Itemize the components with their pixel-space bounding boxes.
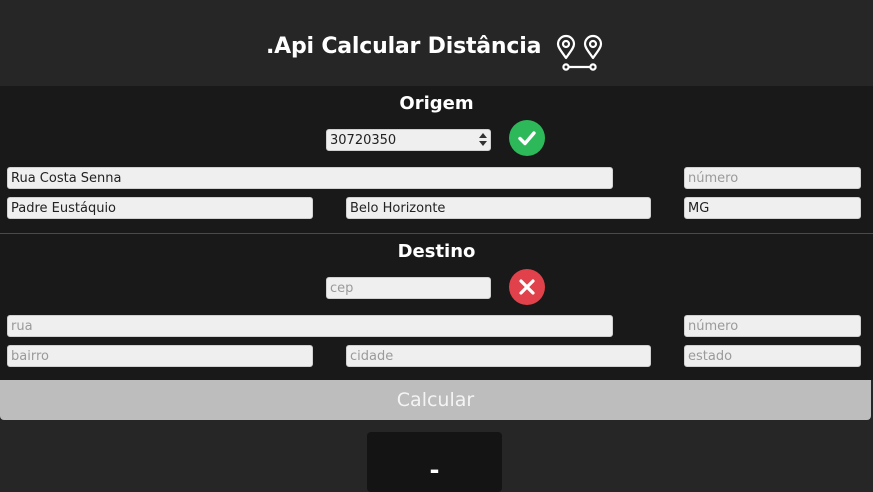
result-box: - bbox=[367, 432, 502, 492]
calcular-button-label: Calcular bbox=[396, 389, 475, 411]
destino-bairro-field[interactable] bbox=[7, 345, 313, 367]
origem-valid-icon bbox=[509, 120, 545, 156]
app-header: .Api Calcular Distância bbox=[0, 0, 873, 86]
close-icon bbox=[519, 279, 535, 295]
destino-invalid-icon bbox=[509, 269, 545, 305]
calcular-button[interactable]: Calcular bbox=[0, 380, 871, 420]
destino-rua-field[interactable] bbox=[7, 315, 613, 337]
origem-section: Origem bbox=[0, 86, 873, 233]
origem-cep-wrapper bbox=[326, 129, 491, 151]
origem-title: Origem bbox=[399, 93, 474, 114]
check-icon bbox=[518, 131, 536, 146]
destino-section: Destino bbox=[0, 234, 873, 380]
page-title: .Api Calcular Distância bbox=[266, 34, 542, 59]
number-stepper-icon[interactable] bbox=[479, 133, 487, 146]
destino-title: Destino bbox=[397, 241, 476, 262]
origem-estado-field[interactable] bbox=[684, 197, 861, 219]
destino-cidade-field[interactable] bbox=[346, 345, 651, 367]
origem-cidade-field[interactable] bbox=[346, 197, 651, 219]
destino-numero-field[interactable] bbox=[684, 315, 861, 337]
origem-bairro-field[interactable] bbox=[7, 197, 313, 219]
origem-cep-input[interactable] bbox=[326, 129, 491, 151]
destino-estado-field[interactable] bbox=[684, 345, 861, 367]
route-pins-icon bbox=[556, 34, 603, 71]
origem-numero-field[interactable] bbox=[684, 167, 861, 189]
origem-rua-field[interactable] bbox=[7, 167, 613, 189]
destino-cep-input[interactable] bbox=[326, 277, 491, 299]
